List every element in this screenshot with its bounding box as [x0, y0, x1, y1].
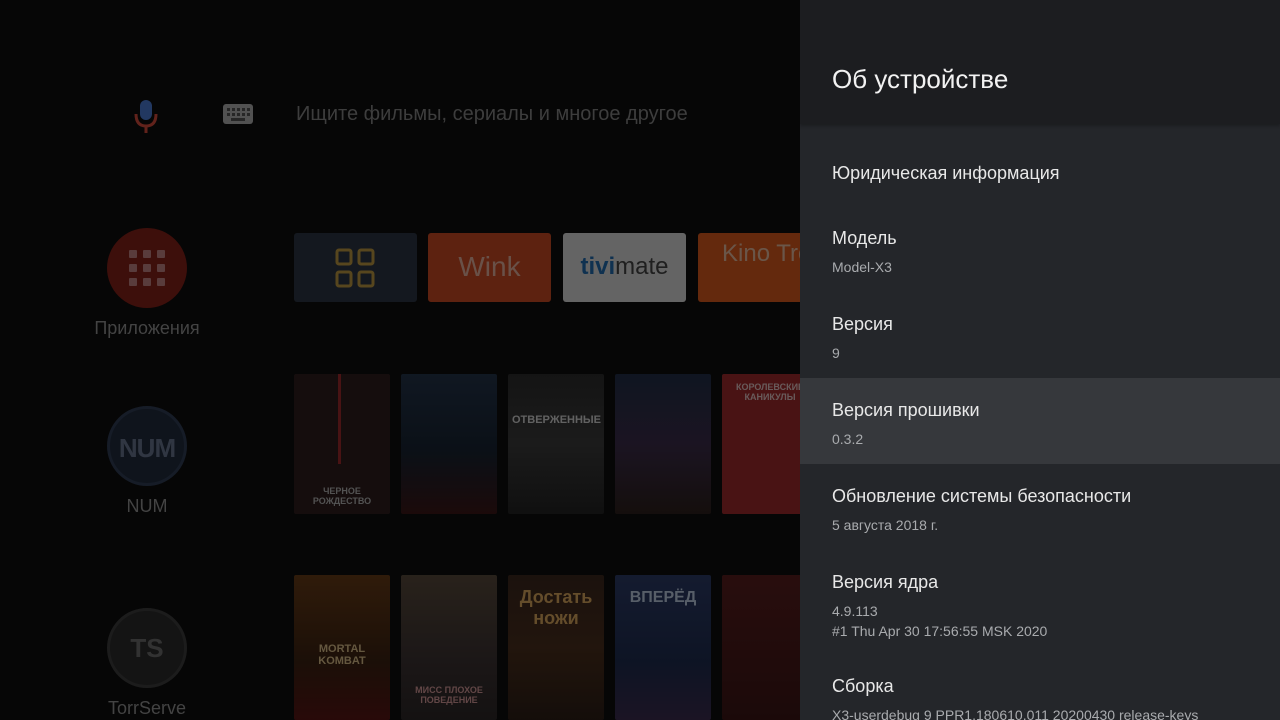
settings-item-title: Версия ядра [832, 572, 939, 592]
search-input[interactable]: Ищите фильмы, сериалы и многое другое [296, 103, 688, 126]
settings-item-kernel-version[interactable]: Версия ядра 4.9.113 #1 Thu Apr 30 17:56:… [800, 556, 1280, 656]
settings-item-value: 0.3.2 [832, 431, 864, 447]
sidebar-item-torrserve[interactable]: TS TorrServe [86, 608, 208, 719]
apps-grid-icon [107, 228, 187, 308]
sidebar-item-label: Приложения [94, 318, 200, 338]
poster-title: МИСС ПЛОХОЕ ПОВЕДЕНИЕ [415, 685, 483, 705]
settings-item-value-line2: #1 Thu Apr 30 17:56:55 MSK 2020 [832, 623, 1048, 639]
app-tile-wink[interactable]: Wink [428, 233, 551, 302]
sidebar-item-apps[interactable]: Приложения [86, 228, 208, 339]
settings-item-security-update[interactable]: Обновление системы безопасности 5 август… [800, 470, 1280, 556]
poster-card[interactable]: ВПЕРЁД [615, 575, 711, 720]
poster-card[interactable]: ЧЕРНОЕ РОЖДЕСТВО [294, 374, 390, 514]
settings-item-title: Версия [832, 314, 893, 334]
settings-item-title: Обновление системы безопасности [832, 486, 1132, 506]
settings-item-value: 9 [832, 345, 840, 361]
poster-card[interactable]: ОТВЕРЖЕННЫЕ [508, 374, 604, 514]
poster-title: КОРОЛЕВСКИЕ КАНИКУЛЫ [735, 382, 800, 402]
kinotrend-logo-text: Kino Trend [722, 240, 800, 267]
poster-title: ЧЕРНОЕ РОЖДЕСТВО [312, 486, 372, 506]
all-apps-icon [335, 248, 375, 288]
poster-card[interactable] [722, 575, 800, 720]
poster-title: MORTAL KOMBAT [318, 643, 366, 667]
sidebar-item-label: TorrServe [107, 698, 187, 718]
settings-header: Об устройстве [800, 0, 1280, 124]
settings-item-title: Версия прошивки [832, 400, 980, 420]
poster-card[interactable] [615, 374, 711, 514]
app-tile-all-apps[interactable] [294, 233, 417, 302]
settings-item-firmware-version[interactable]: Версия прошивки 0.3.2 [800, 378, 1280, 464]
torrserve-logo-icon: TS [107, 608, 187, 688]
settings-item-value: X3-userdebug 9 PPR1.180610.011 20200430 … [832, 707, 1199, 720]
settings-item-value: 5 августа 2018 г. [832, 517, 939, 533]
torrserve-logo-text: TS [130, 633, 164, 663]
microphone-icon[interactable] [130, 96, 162, 136]
settings-panel: Об устройстве Юридическая информация Мод… [800, 0, 1280, 720]
settings-item-title: Модель [832, 228, 897, 248]
launcher-background: Ищите фильмы, сериалы и многое другое Пр… [0, 0, 800, 720]
num-logo-icon: NUM [107, 406, 187, 486]
settings-item-legal[interactable]: Юридическая информация [800, 140, 1280, 210]
poster-card[interactable]: MORTAL KOMBAT [294, 575, 390, 720]
wink-logo-text: Wink [458, 251, 521, 282]
poster-title: ОТВЕРЖЕННЫЕ [512, 414, 602, 426]
app-tile-tivimate[interactable]: tivimate [563, 233, 686, 302]
page-title: Об устройстве [832, 64, 1009, 94]
keyboard-icon[interactable] [222, 103, 254, 125]
settings-item-model[interactable]: Модель Model-X3 [800, 212, 1280, 298]
settings-item-version[interactable]: Версия 9 [800, 298, 1280, 378]
sidebar-item-label: NUM [126, 496, 168, 516]
tivimate-logo-part-a: tivi [580, 253, 616, 280]
settings-item-value: Model-X3 [832, 259, 892, 275]
num-logo-text: NUM [118, 433, 176, 463]
poster-title: Достать ножи [519, 587, 593, 628]
settings-item-value: 4.9.113 [832, 603, 878, 619]
settings-item-title: Юридическая информация [832, 163, 1060, 183]
tivimate-logo-part-b: mate [615, 253, 669, 280]
poster-title: ВПЕРЁД [629, 589, 697, 606]
settings-item-title: Сборка [832, 676, 894, 696]
poster-card[interactable]: МИСС ПЛОХОЕ ПОВЕДЕНИЕ [401, 575, 497, 720]
app-tile-kinotrend[interactable]: Kino Trend [698, 233, 800, 302]
poster-card[interactable]: Достать ножи [508, 575, 604, 720]
poster-card[interactable] [401, 374, 497, 514]
settings-item-build[interactable]: Сборка X3-userdebug 9 PPR1.180610.011 20… [800, 660, 1280, 720]
poster-card[interactable]: КОРОЛЕВСКИЕ КАНИКУЛЫ [722, 374, 800, 514]
sidebar-item-num[interactable]: NUM NUM [86, 406, 208, 517]
tivimate-logo: tivimate [563, 253, 686, 281]
